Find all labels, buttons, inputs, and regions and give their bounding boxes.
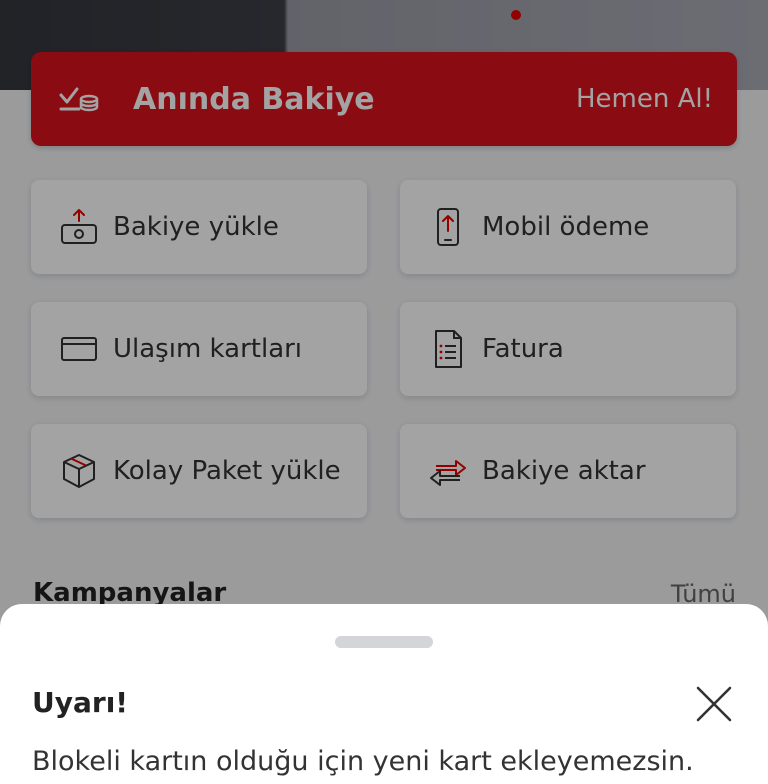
sheet-message: Blokeli kartın olduğu için yeni kart ekl…: [32, 746, 694, 777]
sheet-drag-handle[interactable]: [335, 636, 433, 648]
warning-bottom-sheet: Uyarı! Blokeli kartın olduğu için yeni k…: [0, 604, 768, 784]
close-icon[interactable]: [694, 684, 734, 724]
sheet-title: Uyarı!: [32, 686, 129, 719]
